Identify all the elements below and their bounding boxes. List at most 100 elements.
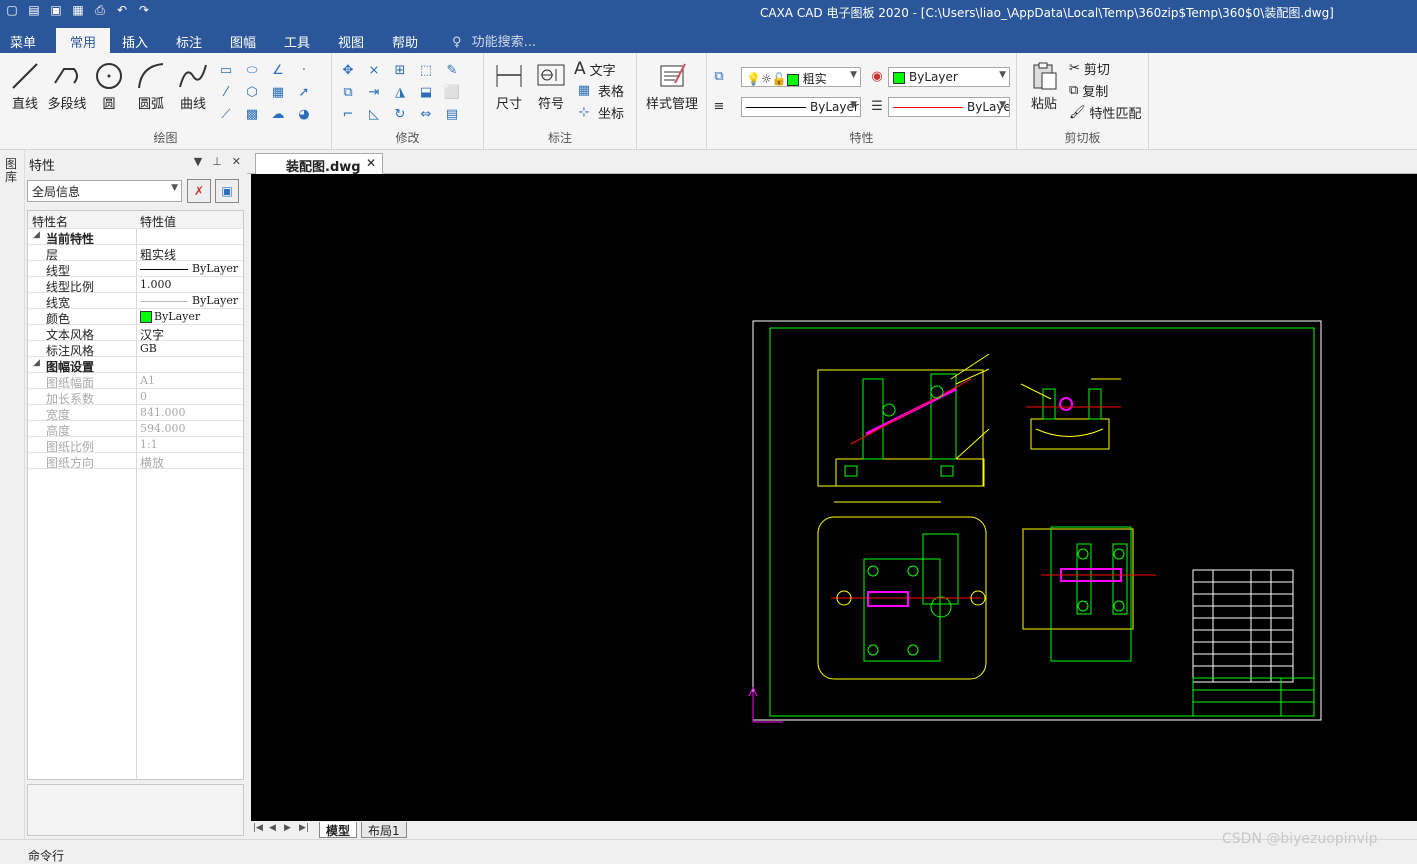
dimension-button[interactable]: 尺寸 (490, 59, 528, 112)
redo-icon[interactable]: ↷ (136, 2, 152, 18)
save-as-icon[interactable]: ▦ (70, 2, 86, 18)
offset-icon[interactable]: ⬓ (416, 83, 436, 101)
linetype-combo[interactable]: ByLayer ▼ (741, 97, 861, 117)
tab-menu[interactable]: 菜单 (2, 28, 44, 53)
construction-line-icon[interactable]: ⟋ (216, 105, 236, 123)
tab-layout1[interactable]: 布局1 (361, 822, 407, 838)
table-row[interactable]: 线型比例 1.000 (28, 277, 243, 294)
chevron-down-icon[interactable]: ▼ (194, 155, 202, 168)
angle-icon[interactable]: ∠ (268, 61, 288, 79)
tab-sheet[interactable]: 图幅 (222, 28, 264, 53)
erase-icon[interactable]: ✎ (442, 61, 462, 79)
new-icon[interactable]: ▢ (4, 2, 20, 18)
fill-icon[interactable]: ◕ (294, 105, 314, 123)
table-row[interactable]: 标注风格 GB (28, 341, 243, 358)
layer-state-icon[interactable]: ⧉ (709, 67, 729, 85)
move-icon[interactable]: ✥ (338, 61, 358, 79)
drawing-canvas[interactable] (251, 174, 1417, 821)
tab-insert[interactable]: 插入 (114, 28, 156, 53)
paste-button[interactable]: 粘贴 (1025, 59, 1063, 112)
library-tab[interactable]: 图库 (5, 158, 19, 184)
last-tab-icon[interactable]: ▶| (299, 823, 309, 833)
fillet-icon[interactable]: ⌐ (338, 105, 358, 123)
lineweight-icon[interactable]: ☰ (867, 97, 887, 115)
clear-selection-button[interactable]: ✗ (187, 179, 211, 203)
table-row[interactable]: 颜色 ByLayer (28, 309, 243, 326)
feature-search[interactable]: ♀ 功能搜索... (452, 31, 536, 50)
close-icon[interactable]: ✕ (366, 156, 376, 170)
cut-button[interactable]: ✂ 剪切 (1069, 59, 1110, 78)
print-icon[interactable]: ⎙ (92, 2, 108, 18)
open-icon[interactable]: ▤ (26, 2, 42, 18)
hatch-icon[interactable]: ▦ (268, 83, 288, 101)
scope-select[interactable]: 全局信息 ▼ (27, 180, 182, 202)
rotate-icon[interactable]: ↻ (390, 105, 410, 123)
text-button[interactable]: A 文字 (574, 59, 616, 79)
tab-view[interactable]: 视图 (330, 28, 372, 53)
explode-icon[interactable]: ⬜ (442, 83, 462, 101)
quick-select-button[interactable]: ▣ (215, 179, 239, 203)
parallel-line-icon[interactable]: ⁄ (216, 83, 236, 101)
prev-tab-icon[interactable]: ◀ (269, 823, 276, 833)
polyline-button[interactable]: 多段线 (46, 59, 88, 112)
layer-combo[interactable]: 💡☼🔓 粗实 ▼ (741, 67, 861, 87)
pin-icon[interactable]: ⊥ (212, 155, 222, 168)
tab-common[interactable]: 常用 (56, 28, 110, 53)
scale-icon[interactable]: ⬚ (416, 61, 436, 79)
command-label[interactable]: 命令行 (28, 847, 64, 864)
table-row[interactable]: 文本风格 汉字 (28, 325, 243, 342)
table-row[interactable]: 高度 594.000 (28, 421, 243, 438)
copy-button[interactable]: ⧉ 复制 (1069, 81, 1108, 100)
stretch-icon[interactable]: ⇔ (416, 105, 436, 123)
next-tab-icon[interactable]: ▶ (284, 823, 291, 833)
close-icon[interactable]: ✕ (232, 155, 241, 168)
coordinate-button[interactable]: ⊹ 坐标 (574, 103, 624, 122)
color-combo[interactable]: ByLayer ▼ (888, 67, 1010, 87)
circle-button[interactable]: 圆 (90, 59, 128, 112)
ellipse-icon[interactable]: ⬭ (242, 61, 262, 79)
tab-annotate[interactable]: 标注 (168, 28, 210, 53)
tab-help[interactable]: 帮助 (384, 28, 426, 53)
symbol-button[interactable]: 符号 (532, 59, 570, 112)
extend-icon[interactable]: ⇥ (364, 83, 384, 101)
copy-object-icon[interactable]: ⧉ (338, 83, 358, 101)
match-properties-button[interactable]: 🖌 特性匹配 (1069, 103, 1142, 122)
array-icon[interactable]: ⊞ (390, 61, 410, 79)
table-row[interactable]: 层粗实线 (28, 245, 243, 262)
table-row[interactable]: 线型 ByLayer (28, 261, 243, 278)
leader-icon[interactable]: ➚ (294, 83, 314, 101)
cloud-icon[interactable]: ☁ (268, 105, 288, 123)
table-row[interactable]: 加长系数 0 (28, 389, 243, 406)
mirror-icon[interactable]: ◮ (390, 83, 410, 101)
polygon-icon[interactable]: ⬡ (242, 83, 262, 101)
lineweight-combo[interactable]: ByLaye ▼ (888, 97, 1010, 117)
table-row[interactable]: 宽度 841.000 (28, 405, 243, 422)
category-sheet[interactable]: ◢ 图幅设置 (28, 357, 243, 374)
trim-icon[interactable]: ⨯ (364, 61, 384, 79)
table-row[interactable]: 线宽 ByLayer (28, 293, 243, 310)
collapse-icon[interactable]: ◢ (33, 358, 40, 368)
rectangle-icon[interactable]: ▭ (216, 61, 236, 79)
first-tab-icon[interactable]: |◀ (253, 823, 263, 833)
collapse-icon[interactable]: ◢ (33, 230, 40, 240)
category-current[interactable]: ◢ 当前特性 (28, 229, 243, 246)
table-button[interactable]: ▦ 表格 (574, 81, 624, 100)
linetype-icon[interactable]: ≡ (709, 97, 729, 115)
block-icon[interactable]: ▩ (242, 105, 262, 123)
tab-tools[interactable]: 工具 (276, 28, 318, 53)
arc-button[interactable]: 圆弧 (132, 59, 170, 112)
curve-button[interactable]: 曲线 (174, 59, 212, 112)
document-tab[interactable]: 装配图.dwg ✕ (255, 153, 383, 175)
chamfer-icon[interactable]: ◺ (364, 105, 384, 123)
table-row[interactable]: 图纸幅面 A1 (28, 373, 243, 390)
edit-icon[interactable]: ▤ (442, 105, 462, 123)
point-icon[interactable]: · (294, 61, 314, 79)
table-row[interactable]: 图纸方向 横放 (28, 453, 243, 470)
undo-icon[interactable]: ↶ (114, 2, 130, 18)
save-icon[interactable]: ▣ (48, 2, 64, 18)
table-row[interactable]: 图纸比例 1:1 (28, 437, 243, 454)
style-manager-button[interactable]: 样式管理 (643, 59, 701, 112)
line-button[interactable]: 直线 (6, 59, 44, 112)
color-wheel-icon[interactable]: ◉ (867, 67, 887, 85)
tab-model[interactable]: 模型 (319, 822, 358, 838)
